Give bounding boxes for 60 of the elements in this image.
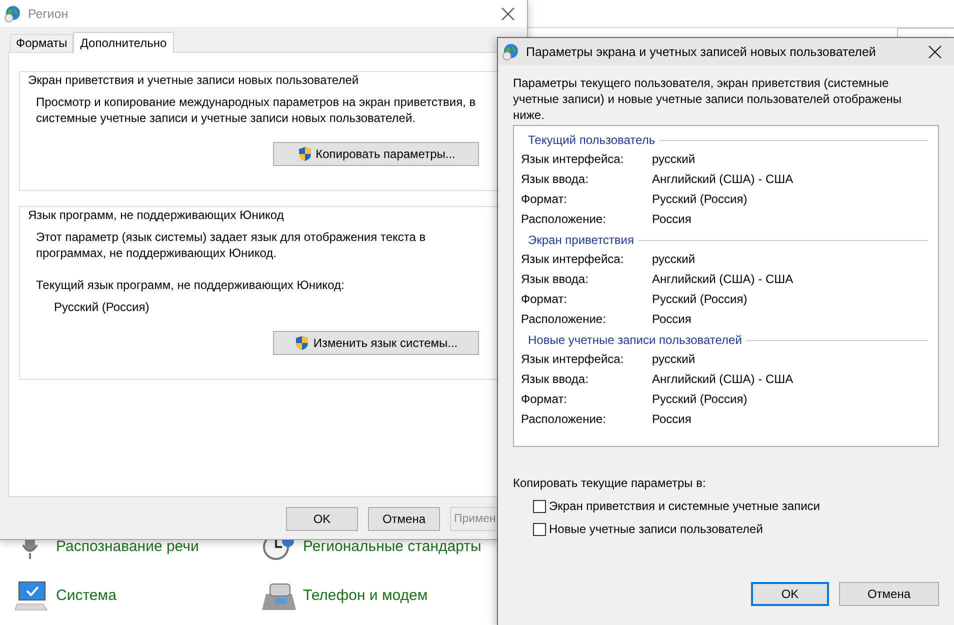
setting-label: Язык ввода:	[521, 372, 590, 386]
setting-label: Язык ввода:	[521, 272, 590, 286]
dialog-button[interactable]: OK	[751, 582, 829, 606]
section-title: Текущий пользователь	[528, 133, 656, 147]
window-title: Регион	[28, 6, 70, 20]
setting-value: Английский (США) - США	[652, 372, 794, 386]
setting-value: русский	[652, 152, 696, 166]
setting-label: Язык интерфейса:	[521, 252, 625, 266]
setting-label: Расположение:	[521, 312, 607, 326]
close-icon	[928, 44, 942, 58]
shield-button[interactable]: Изменить язык системы...	[273, 331, 479, 355]
intro-text: Параметры текущего пользователя, экран приветствия (системные учетные записи) и новые учетные записи пользователей отображены ниже.	[513, 75, 903, 123]
close-icon	[501, 6, 515, 20]
shield-icon	[296, 146, 313, 162]
setting-value: Английский (США) - США	[652, 272, 794, 286]
section-title: Экран приветствия	[528, 233, 634, 247]
setting-label: Формат:	[521, 292, 568, 306]
checkbox-label[interactable]: Экран приветствия и системные учетные записи	[549, 499, 820, 513]
dialog-button[interactable]: Отмена	[839, 582, 939, 606]
dialog-button[interactable]: Отмена	[368, 507, 440, 531]
control-panel-link[interactable]: Телефон и модем	[303, 587, 428, 604]
window-title: Параметры экрана и учетных записей новых пользователей	[526, 44, 877, 58]
checkbox[interactable]	[533, 500, 546, 512]
setting-label: Язык интерфейса:	[521, 152, 625, 166]
globe-icon	[502, 42, 520, 60]
shield-button[interactable]: Копировать параметры...	[273, 142, 479, 166]
dialog-button[interactable]: OK	[286, 507, 358, 531]
setting-label: Расположение:	[521, 412, 607, 426]
description-text: Этот параметр (язык системы) задает язык для отображения текста в программах, не поддерживающих Юникод.	[35, 229, 427, 261]
control-panel-link[interactable]: Региональные стандарты	[303, 538, 482, 555]
setting-value: Россия	[652, 312, 692, 326]
copy-label: Копировать текущие параметры в:	[513, 475, 707, 491]
setting-label: Формат:	[521, 392, 568, 406]
setting-label: Формат:	[521, 192, 568, 206]
setting-value: Россия	[652, 212, 692, 226]
current-language-label: Текущий язык программ, не поддерживающих Юникод:	[35, 277, 346, 293]
control-panel-link[interactable]: Система	[56, 587, 116, 604]
setting-value: Русский (Россия)	[652, 292, 748, 306]
setting-value: Русский (Россия)	[652, 192, 748, 206]
group-title: Экран приветствия и учетные записи новых пользователей	[28, 72, 360, 88]
control-panel-link[interactable]: Распознавание речи	[56, 538, 199, 555]
checkbox-label[interactable]: Новые учетные записи пользователей	[549, 522, 763, 536]
shield-icon	[294, 335, 310, 351]
setting-label: Язык интерфейса:	[521, 352, 625, 366]
setting-value: Россия	[652, 412, 692, 426]
section-title: Новые учетные записи пользователей	[528, 333, 742, 347]
setting-value: Русский (Россия)	[652, 392, 748, 406]
group-title: Язык программ, не поддерживающих Юникод	[28, 207, 285, 223]
current-language-value: Русский (Россия)	[53, 299, 150, 315]
setting-label: Язык ввода:	[521, 172, 590, 186]
tab[interactable]: Дополнительно	[73, 32, 174, 53]
monitor-icon	[15, 580, 49, 612]
setting-value: русский	[652, 252, 696, 266]
setting-value: русский	[652, 352, 696, 366]
setting-label: Расположение:	[521, 212, 607, 226]
description-text: Просмотр и копирование международных параметров на экран приветствия, в системные учетные записи и учетные записи новых пользователей.	[35, 94, 477, 126]
setting-value: Английский (США) - США	[652, 172, 794, 186]
checkbox[interactable]	[533, 522, 546, 536]
tab[interactable]: Форматы	[10, 34, 74, 52]
globe-icon	[4, 4, 22, 22]
